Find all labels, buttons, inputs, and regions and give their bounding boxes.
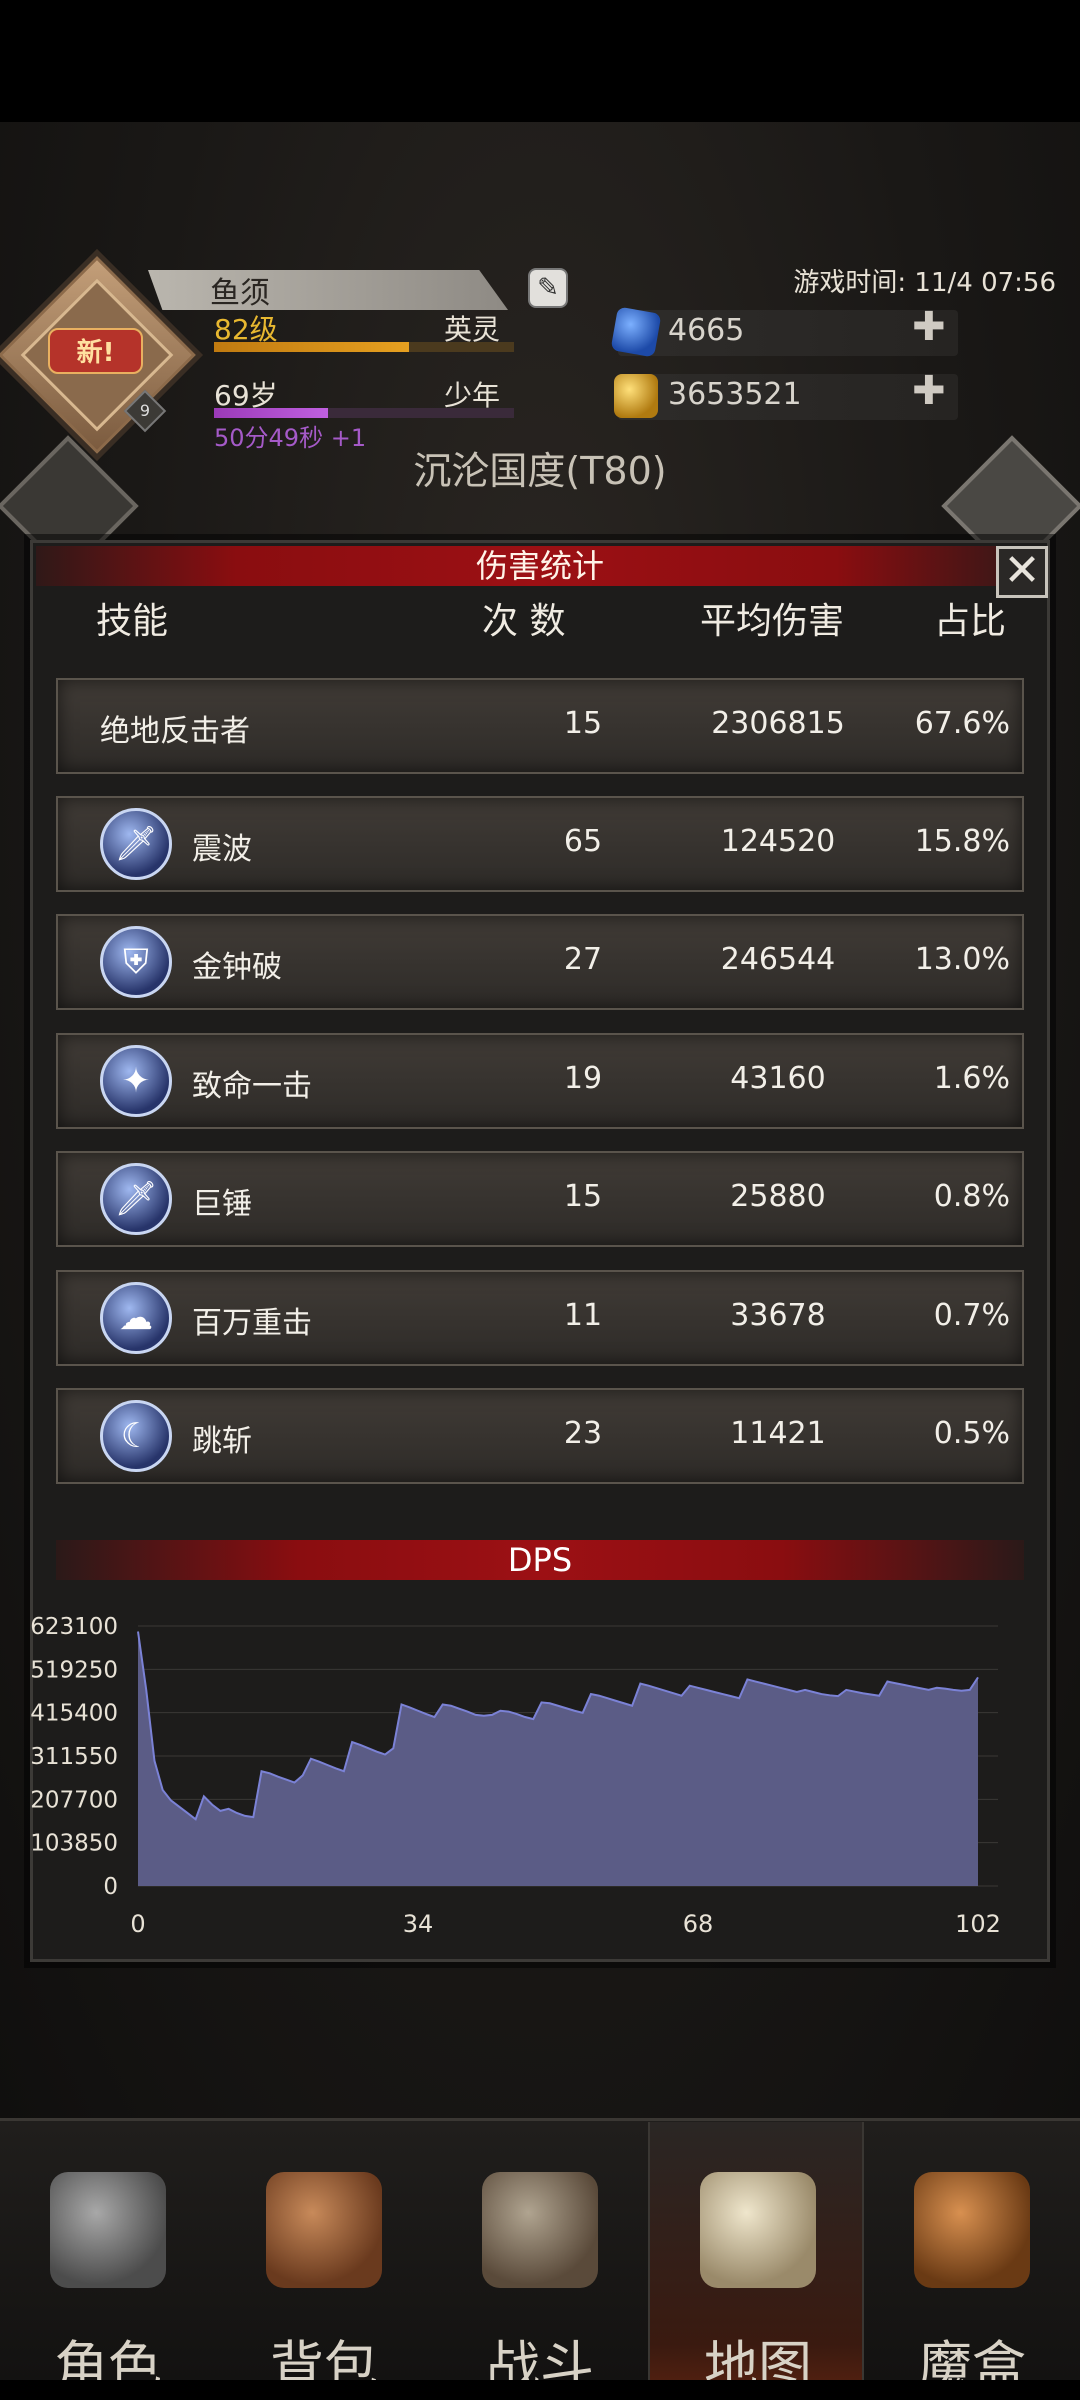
skill-avg-damage: 124520 <box>720 824 836 859</box>
skill-count: 23 <box>563 1416 603 1451</box>
nav-item-4[interactable]: 魔盒 <box>864 2122 1080 2400</box>
gold-icon <box>614 374 658 418</box>
skill-count: 19 <box>563 1061 603 1096</box>
y-tick-label: 0 <box>103 1874 118 1900</box>
slash-icon: ☾ <box>100 1400 172 1472</box>
name-plate <box>148 270 508 310</box>
skill-share: 1.6% <box>933 1061 1010 1096</box>
skill-avg-damage: 25880 <box>730 1179 826 1214</box>
horned-helmet-icon <box>50 2172 166 2288</box>
add-gold-plus-icon[interactable]: ✚ <box>912 368 946 414</box>
status-bar <box>0 0 1080 122</box>
avatar-level-text: 9 <box>139 401 151 420</box>
skill-row: 绝地反击者 15 2306815 67.6% <box>56 678 1024 774</box>
gem-icon <box>610 306 662 358</box>
y-tick-label: 415400 <box>30 1701 118 1727</box>
sword-icon: 🗡 <box>100 1163 172 1235</box>
y-tick-label: 103850 <box>30 1831 118 1857</box>
region-title: 沉沦国度(T80) <box>413 449 667 493</box>
skill-name: 百万重击 <box>192 1306 312 1341</box>
skill-share: 67.6% <box>914 706 1010 741</box>
skill-row: ⛨ 金钟破 27 246544 13.0% <box>56 914 1024 1010</box>
column-header-avg: 平均伤害 <box>700 601 845 642</box>
skill-row: 🗡 震波 65 124520 15.8% <box>56 796 1024 892</box>
y-tick-label: 207700 <box>30 1787 118 1813</box>
skill-share: 13.0% <box>914 942 1010 977</box>
nav-item-0[interactable]: 角色 <box>0 2122 216 2400</box>
skill-avg-damage: 43160 <box>730 1061 826 1096</box>
skill-row: ✦ 致命一击 19 43160 1.6% <box>56 1033 1024 1129</box>
y-tick-label: 519250 <box>30 1657 118 1683</box>
skill-name: 金钟破 <box>192 950 282 985</box>
nav-item-1[interactable]: 背包 <box>216 2122 432 2400</box>
skill-name: 跳斩 <box>192 1424 252 1459</box>
skill-count: 15 <box>563 1179 603 1214</box>
skill-count: 27 <box>563 942 603 977</box>
skill-name: 巨锤 <box>192 1187 252 1222</box>
gem-count: 4665 <box>668 313 745 348</box>
home-indicator <box>0 2380 1080 2400</box>
age-progress-fill <box>214 408 328 418</box>
magic-box-icon <box>914 2172 1030 2288</box>
y-tick-label: 311550 <box>30 1744 118 1770</box>
dps-title: DPS <box>507 1541 573 1579</box>
skill-row: ☁ 百万重击 11 33678 0.7% <box>56 1270 1024 1366</box>
column-header-share: 占比 <box>934 601 1007 642</box>
skill-share: 15.8% <box>914 824 1010 859</box>
add-gems-plus-icon[interactable]: ✚ <box>912 304 946 350</box>
backpack-icon <box>266 2172 382 2288</box>
skill-share: 0.8% <box>933 1179 1010 1214</box>
skill-share: 0.7% <box>933 1298 1010 1333</box>
level-progress-fill <box>214 342 409 352</box>
game-time: 游戏时间: 11/4 07:56 <box>793 268 1056 298</box>
skill-name: 绝地反击者 <box>100 714 250 749</box>
skill-avg-damage: 246544 <box>720 942 836 977</box>
dps-chart: 623100 519250 415400 311550 207700 103850 00 34… <box>30 1614 1001 1938</box>
skill-count: 15 <box>563 706 603 741</box>
x-tick-label: 68 <box>683 1910 714 1938</box>
skill-name: 震波 <box>192 832 252 867</box>
skill-share: 0.5% <box>933 1416 1010 1451</box>
mushroom-cloud-icon: ☁ <box>100 1282 172 1354</box>
skill-avg-damage: 11421 <box>730 1416 826 1451</box>
column-header-skill: 技能 <box>96 601 169 642</box>
level-progress-bar <box>214 342 514 352</box>
sword-icon: 🗡 <box>100 808 172 880</box>
skill-count: 11 <box>563 1298 603 1333</box>
skill-avg-damage: 33678 <box>730 1298 826 1333</box>
y-tick-label: 623100 <box>30 1614 118 1640</box>
age-progress-bar <box>214 408 514 418</box>
column-header-count: 次 数 <box>482 601 566 642</box>
nav-item-3[interactable]: 地图 <box>648 2122 864 2400</box>
shield-sword-icon <box>482 2172 598 2288</box>
modal-close-button[interactable]: ✕ <box>996 546 1048 598</box>
skill-row: 🗡 巨锤 15 25880 0.8% <box>56 1151 1024 1247</box>
gold-count: 3653521 <box>668 377 802 412</box>
x-tick-label: 0 <box>130 1910 145 1938</box>
scroll-map-icon <box>700 2172 816 2288</box>
skill-name: 致命一击 <box>192 1069 312 1104</box>
x-tick-label: 102 <box>955 1910 1001 1938</box>
crit-strike-icon: ✦ <box>100 1045 172 1117</box>
x-tick-label: 34 <box>403 1910 434 1938</box>
character-name: 鱼须 <box>210 276 270 311</box>
edit-name-icon[interactable]: ✎ <box>528 268 568 308</box>
nav-item-2[interactable]: 战斗 <box>432 2122 648 2400</box>
modal-title: 伤害统计 <box>475 547 604 585</box>
skill-row: ☾ 跳斩 23 11421 0.5% <box>56 1388 1024 1484</box>
new-badge: 新! <box>48 328 143 374</box>
skill-count: 65 <box>563 824 603 859</box>
bell-shield-icon: ⛨ <box>100 926 172 998</box>
skill-avg-damage: 2306815 <box>711 706 845 741</box>
